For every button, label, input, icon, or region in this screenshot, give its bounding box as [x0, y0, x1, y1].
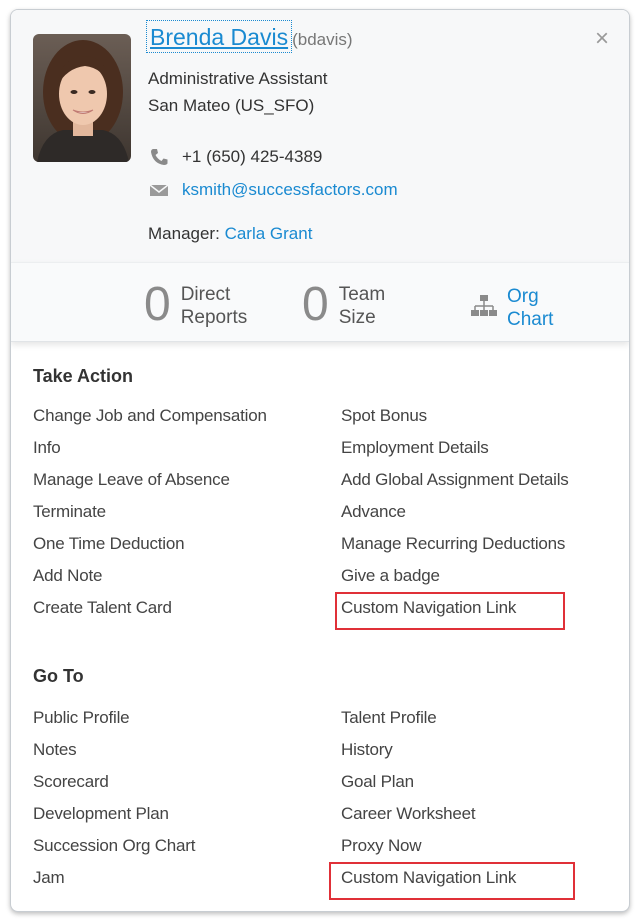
action-create-talent-card[interactable]: Create Talent Card: [33, 598, 172, 618]
email-icon: [148, 180, 174, 200]
team-size-label-line2: Size: [338, 307, 376, 328]
stats-bar: 0 Direct Reports 0 Team Size Org Chart: [11, 262, 629, 342]
employee-name-link[interactable]: Brenda Davis: [145, 20, 293, 53]
action-give-a-badge[interactable]: Give a badge: [341, 566, 440, 586]
highlight-box-take-action: [335, 592, 565, 630]
goto-goal-plan[interactable]: Goal Plan: [341, 772, 414, 792]
goto-jam[interactable]: Jam: [33, 868, 65, 888]
goto-career-worksheet[interactable]: Career Worksheet: [341, 804, 476, 824]
goto-notes[interactable]: Notes: [33, 740, 77, 760]
phone-number: +1 (650) 425-4389: [182, 147, 323, 166]
team-size-label-line1: Team: [338, 284, 386, 305]
team-size-stat: 0 Team Size: [302, 281, 385, 331]
action-employment-details[interactable]: Employment Details: [341, 438, 489, 458]
team-size-label: Team Size: [339, 283, 385, 329]
go-to-title: Go To: [33, 666, 84, 686]
take-action-title: Take Action: [33, 366, 134, 386]
direct-reports-label: Direct Reports: [181, 283, 248, 329]
username: (bdavis): [292, 30, 353, 49]
close-icon[interactable]: ×: [591, 27, 613, 51]
team-size-count: 0: [302, 278, 329, 331]
direct-reports-label-line2: Reports: [180, 307, 248, 328]
location: San Mateo (US_SFO): [148, 96, 315, 115]
goto-succession-org-chart[interactable]: Succession Org Chart: [33, 836, 195, 856]
manager-row: Manager: Carla Grant: [148, 224, 312, 244]
action-manage-recurring-deductions[interactable]: Manage Recurring Deductions: [341, 534, 565, 554]
employee-quickcard: Brenda Davis (bdavis) × Administrative As…: [10, 9, 630, 912]
action-spot-bonus[interactable]: Spot Bonus: [341, 406, 427, 426]
phone-row: +1 (650) 425-4389: [148, 145, 322, 169]
manager-label: Manager:: [148, 224, 220, 243]
action-one-time-deduction[interactable]: One Time Deduction: [33, 534, 185, 554]
name-row: Brenda Davis (bdavis): [145, 20, 353, 53]
action-add-global-assignment-details[interactable]: Add Global Assignment Details: [341, 470, 569, 490]
profile-photo: [33, 34, 131, 162]
direct-reports-count: 0: [144, 278, 171, 331]
action-change-job-and-compensation[interactable]: Change Job and Compensation: [33, 406, 267, 426]
goto-proxy-now[interactable]: Proxy Now: [341, 836, 422, 856]
action-add-note[interactable]: Add Note: [33, 566, 102, 586]
direct-reports-label-line1: Direct: [180, 284, 231, 305]
org-chart-label[interactable]: Org Chart: [507, 285, 553, 331]
job-title: Administrative Assistant: [148, 69, 328, 88]
highlight-box-go-to: [329, 862, 575, 900]
org-chart-label-line1: Org: [507, 286, 539, 307]
goto-public-profile[interactable]: Public Profile: [33, 708, 130, 728]
org-chart-label-line2: Chart: [507, 309, 554, 330]
goto-scorecard[interactable]: Scorecard: [33, 772, 109, 792]
email-link[interactable]: ksmith@successfactors.com: [182, 180, 398, 200]
manager-link[interactable]: Carla Grant: [225, 224, 313, 243]
goto-history[interactable]: History: [341, 740, 393, 760]
goto-talent-profile[interactable]: Talent Profile: [341, 708, 437, 728]
profile-header: Brenda Davis (bdavis) × Administrative As…: [11, 10, 629, 262]
action-manage-leave-of-absence[interactable]: Manage Leave of Absence: [33, 470, 230, 490]
org-chart-button[interactable]: Org Chart: [471, 285, 553, 331]
action-advance[interactable]: Advance: [341, 502, 406, 522]
direct-reports-stat: 0 Direct Reports: [144, 281, 247, 331]
email-row: ksmith@successfactors.com: [148, 178, 398, 202]
action-terminate[interactable]: Terminate: [33, 502, 106, 522]
goto-development-plan[interactable]: Development Plan: [33, 804, 169, 824]
action-info[interactable]: Info: [33, 438, 61, 458]
phone-icon: [148, 147, 174, 167]
org-chart-icon: [471, 294, 497, 323]
